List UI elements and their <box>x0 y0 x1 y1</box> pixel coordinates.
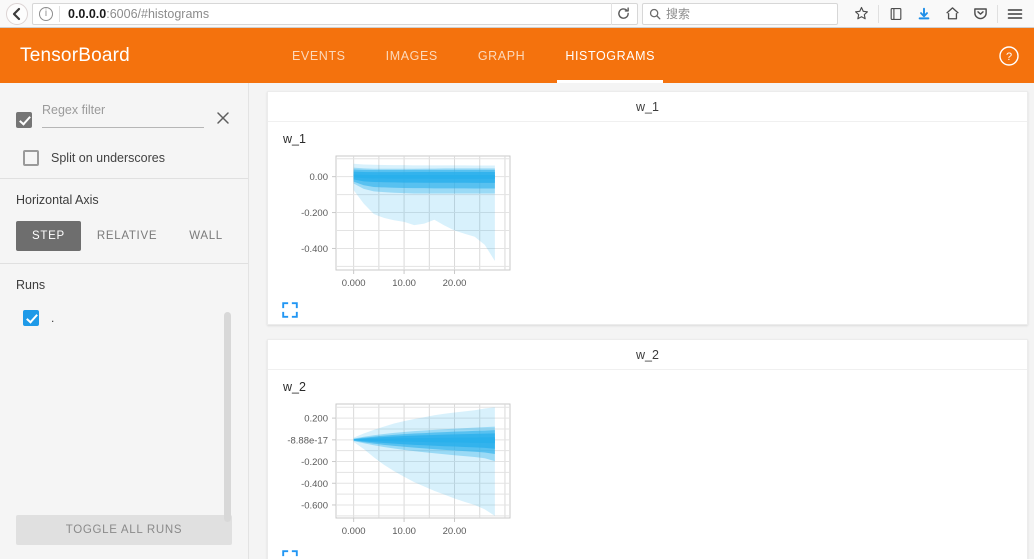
histogram-chart-w1[interactable]: 0.00 -0.200 -0.400 0.000 10.00 20.00 <box>268 148 518 308</box>
svg-text:10.00: 10.00 <box>392 278 416 289</box>
svg-text:?: ? <box>1006 51 1012 63</box>
tab-graph[interactable]: GRAPH <box>458 28 545 83</box>
search-icon <box>649 8 661 19</box>
library-icon[interactable] <box>883 2 909 26</box>
svg-text:0.000: 0.000 <box>342 526 366 537</box>
card-header-w1: w_1 <box>268 92 1027 122</box>
axis-option-wall[interactable]: WALL <box>173 221 239 251</box>
address-bar[interactable]: i 0.0.0.0:6006/#histograms <box>32 2 638 25</box>
tab-graph-label: GRAPH <box>477 48 526 63</box>
svg-text:-0.200: -0.200 <box>301 457 328 468</box>
svg-text:-0.600: -0.600 <box>301 501 328 512</box>
run-label: . <box>51 311 55 325</box>
svg-text:-0.200: -0.200 <box>301 208 328 219</box>
split-on-underscores-label: Split on underscores <box>51 151 165 165</box>
runs-title: Runs <box>16 278 46 292</box>
info-icon[interactable]: i <box>39 6 53 21</box>
tensorboard-header: TensorBoard EVENTS IMAGES GRAPH HISTOGRA… <box>0 28 1034 83</box>
search-input[interactable]: 搜索 <box>642 2 838 25</box>
axis-option-step[interactable]: STEP <box>16 221 81 251</box>
back-arrow-icon[interactable] <box>6 2 28 25</box>
sidebar: Regex filter Split on underscores Horizo… <box>0 83 249 559</box>
run-checkbox[interactable] <box>23 310 39 326</box>
horizontal-axis-title: Horizontal Axis <box>16 193 99 207</box>
browser-action-icons <box>842 2 1028 26</box>
svg-text:20.00: 20.00 <box>443 526 467 537</box>
horizontal-axis-section: Horizontal Axis STEP RELATIVE WALL <box>0 179 248 263</box>
home-icon[interactable] <box>939 2 965 26</box>
svg-text:0.00: 0.00 <box>310 172 329 183</box>
url-text: 0.0.0.0:6006/#histograms <box>68 7 611 21</box>
regex-filter-row: Regex filter <box>16 97 232 128</box>
svg-text:0.200: 0.200 <box>304 414 328 425</box>
regex-filter-placeholder: Regex filter <box>42 103 106 117</box>
fullscreen-expand-icon[interactable] <box>282 550 298 559</box>
histogram-svg-w1: 0.00 -0.200 -0.400 0.000 10.00 20.00 <box>301 155 511 289</box>
split-on-underscores-row[interactable]: Split on underscores <box>16 128 232 166</box>
app-body: Regex filter Split on underscores Horizo… <box>0 83 1034 559</box>
chart-title-w2: w_2 <box>283 380 306 394</box>
menu-icon[interactable] <box>1002 2 1028 26</box>
filter-section: Regex filter Split on underscores <box>0 83 248 178</box>
svg-text:-8.88e-17: -8.88e-17 <box>287 435 328 446</box>
url-path: :6006/#histograms <box>106 6 210 21</box>
svg-text:10.00: 10.00 <box>392 526 416 537</box>
split-on-underscores-checkbox[interactable] <box>23 150 39 166</box>
axis-option-relative[interactable]: RELATIVE <box>81 221 173 251</box>
card-body-w1: w_1 0.00 -0.200 -0.400 0.000 10.00 20.00 <box>268 122 1027 324</box>
svg-text:20.00: 20.00 <box>443 278 467 289</box>
toggle-all-runs-button[interactable]: TOGGLE ALL RUNS <box>16 515 232 545</box>
browser-toolbar: i 0.0.0.0:6006/#histograms 搜索 <box>0 0 1034 28</box>
run-item[interactable]: . <box>16 306 232 326</box>
histogram-card-w1: w_1 w_1 0.00 -0.200 -0.400 0.000 10.00 20.00 <box>267 91 1028 325</box>
card-body-w2: w_2 0.200 -8.88e-17 -0.200 -0.400 -0.600 0.00… <box>268 370 1027 559</box>
horizontal-axis-options: STEP RELATIVE WALL <box>16 221 232 251</box>
pocket-icon[interactable] <box>967 2 993 26</box>
runs-section: Runs . <box>0 264 248 522</box>
tab-histograms[interactable]: HISTOGRAMS <box>545 28 675 83</box>
downloads-icon[interactable] <box>911 2 937 26</box>
url-host: 0.0.0.0 <box>68 6 107 21</box>
regex-filter-input[interactable]: Regex filter <box>42 103 204 128</box>
toolbar-divider <box>878 4 879 23</box>
main-nav-tabs: EVENTS IMAGES GRAPH HISTOGRAMS <box>272 28 675 83</box>
toolbar-divider-2 <box>997 4 998 23</box>
runs-scrollbar[interactable] <box>224 312 231 522</box>
tab-events[interactable]: EVENTS <box>272 28 366 83</box>
bookmark-star-icon[interactable] <box>848 2 874 26</box>
card-header-w2: w_2 <box>268 340 1027 370</box>
url-divider <box>59 5 60 22</box>
chart-title-w1: w_1 <box>283 132 306 146</box>
regex-filter-checkbox[interactable] <box>16 112 32 128</box>
svg-text:0.000: 0.000 <box>342 278 366 289</box>
tab-images-label: IMAGES <box>385 48 438 63</box>
svg-text:-0.400: -0.400 <box>301 244 328 255</box>
runs-list: . <box>16 306 232 522</box>
svg-text:-0.400: -0.400 <box>301 479 328 490</box>
tab-events-label: EVENTS <box>292 48 346 63</box>
app-title: TensorBoard <box>20 44 130 66</box>
histogram-chart-w2[interactable]: 0.200 -8.88e-17 -0.200 -0.400 -0.600 0.000 10.… <box>268 396 518 556</box>
histogram-card-w2: w_2 w_2 0.200 -8.88e-17 -0.200 -0.400 -0.600… <box>267 339 1028 559</box>
tab-images[interactable]: IMAGES <box>366 28 458 83</box>
tab-histograms-label: HISTOGRAMS <box>565 48 656 63</box>
close-x-icon[interactable] <box>214 109 232 127</box>
histogram-cards-container: w_1 w_1 0.00 -0.200 -0.400 0.000 10.00 20.00 … <box>249 83 1034 559</box>
histogram-svg-w2: 0.200 -8.88e-17 -0.200 -0.400 -0.600 0.000 10.… <box>287 403 511 537</box>
fullscreen-expand-icon[interactable] <box>282 302 298 318</box>
help-circle-icon[interactable]: ? <box>998 45 1020 67</box>
reload-icon[interactable] <box>611 2 635 25</box>
search-placeholder: 搜索 <box>666 7 691 21</box>
